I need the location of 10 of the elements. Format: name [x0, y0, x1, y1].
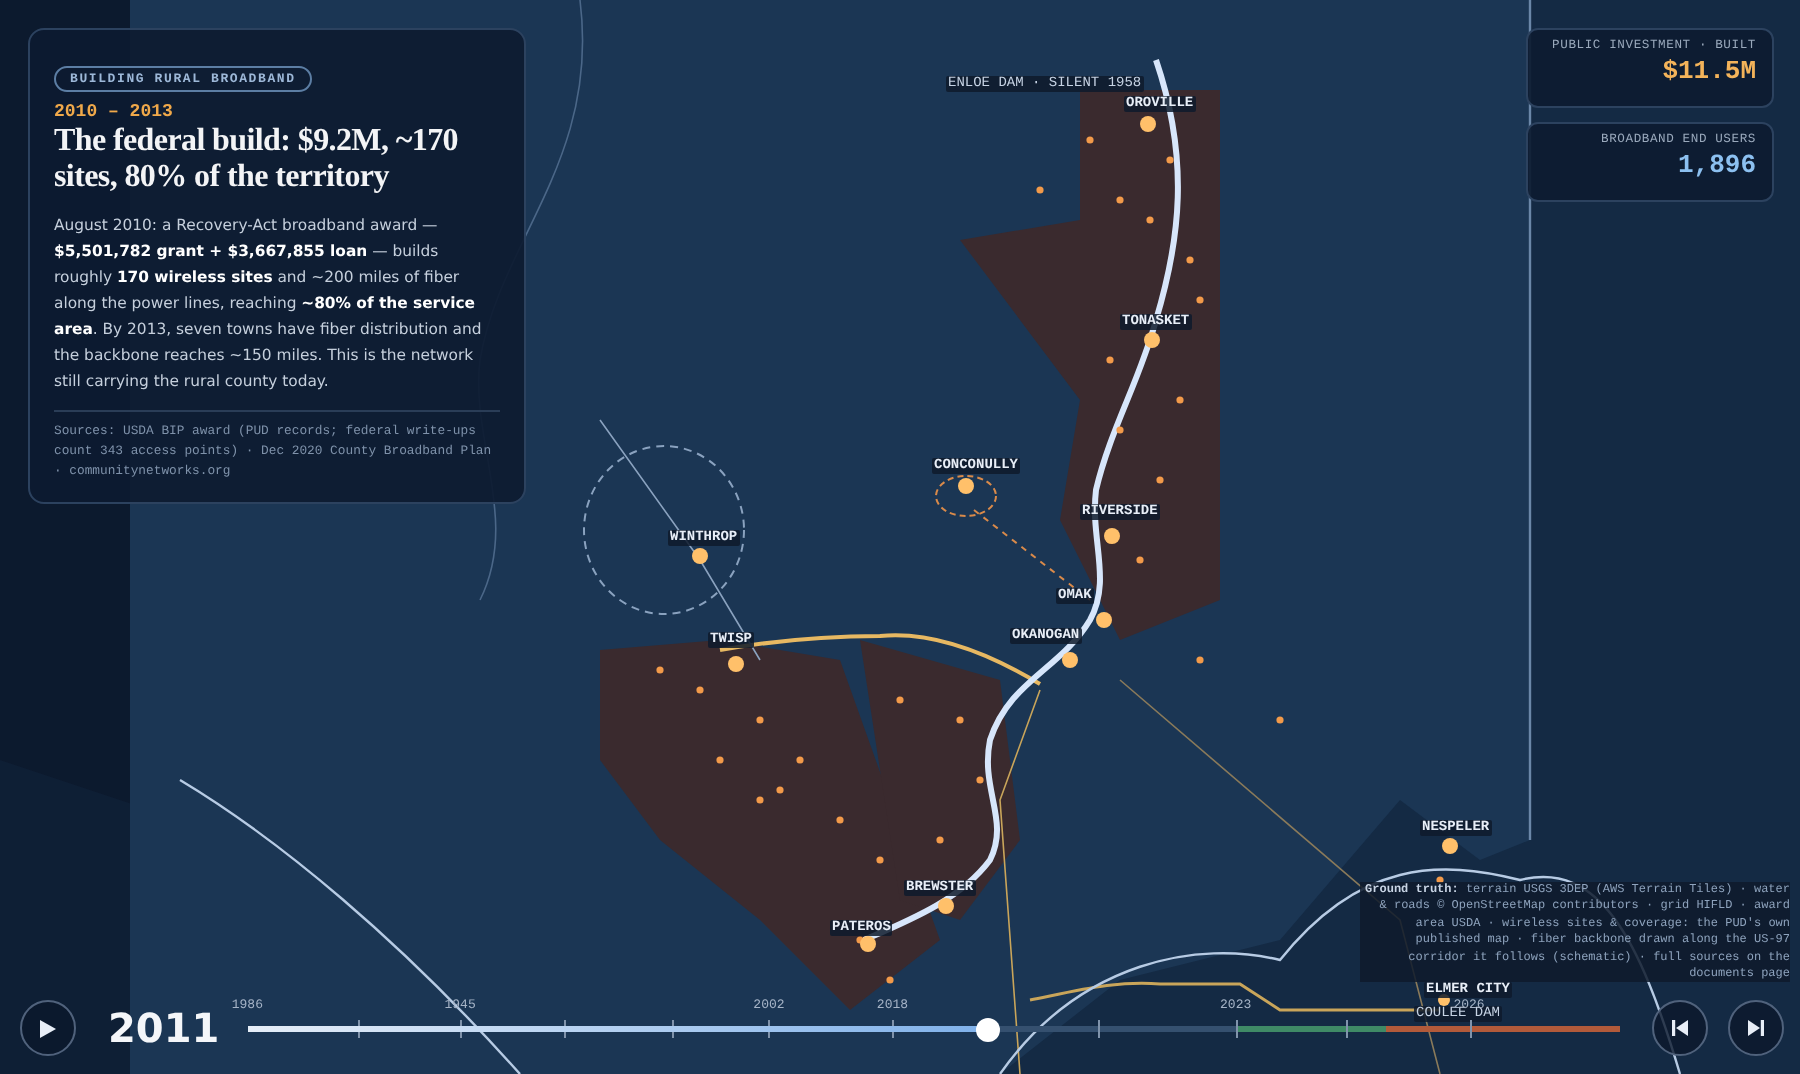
- card-title: The federal build: $9.2M, ~170 sites, 80% of the territory: [54, 124, 460, 198]
- play-icon: [40, 1019, 56, 1037]
- coverage-ring: [935, 475, 997, 517]
- skip-forward-icon: [1748, 1020, 1764, 1036]
- stat-value: $11.5M: [1662, 56, 1756, 86]
- timeline-slider[interactable]: [247, 1016, 1620, 1044]
- skip-back-icon: [1672, 1020, 1688, 1036]
- year-range: 2010 – 2013: [54, 102, 175, 122]
- stat-value: 1,896: [1677, 150, 1756, 180]
- current-year: 2011: [108, 1004, 220, 1052]
